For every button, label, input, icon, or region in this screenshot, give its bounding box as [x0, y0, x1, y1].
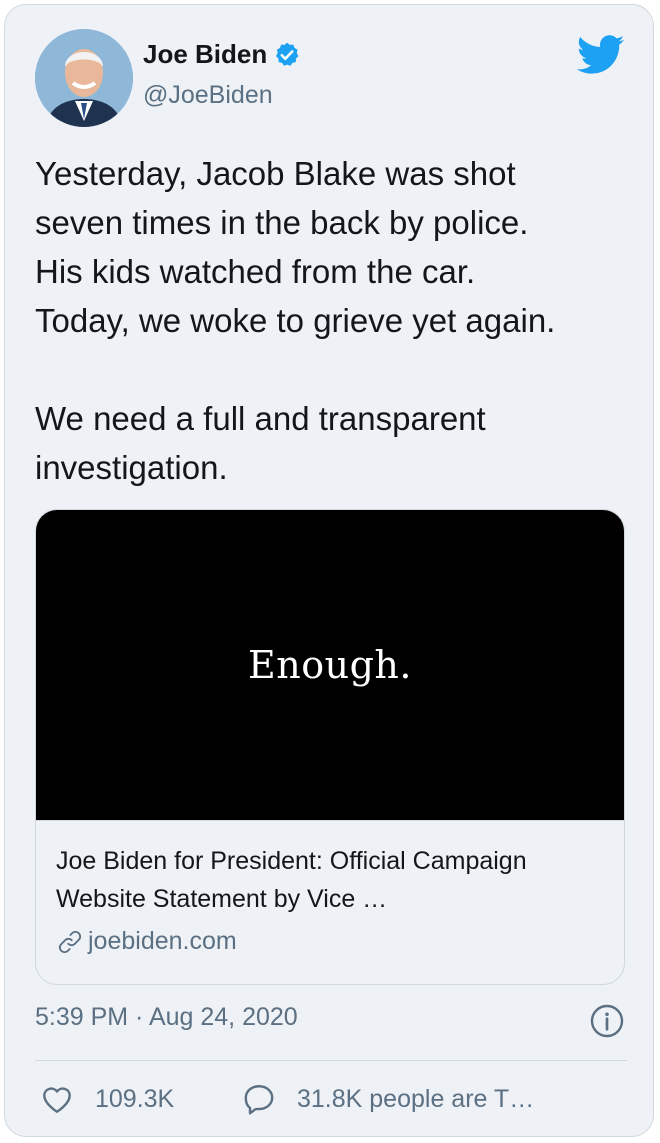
tweet-card[interactable]: Joe Biden @JoeBiden Yesterday, Jacob Bla… — [4, 4, 654, 1137]
twitter-bird-icon[interactable] — [577, 35, 625, 75]
info-icon[interactable] — [589, 1003, 625, 1039]
reply-count: 31.8K people are T… — [297, 1084, 535, 1113]
author-handle[interactable]: @JoeBiden — [143, 81, 273, 110]
link-domain-row[interactable]: joebiden.com — [56, 927, 237, 956]
tweet-text: Yesterday, Jacob Blake was shot seven ti… — [35, 155, 556, 486]
divider — [35, 1060, 627, 1061]
like-button[interactable]: 109.3K — [39, 1081, 174, 1117]
link-preview-image[interactable]: Enough. — [36, 510, 624, 820]
verified-badge-icon — [276, 42, 299, 66]
speech-bubble-icon — [244, 1085, 274, 1115]
link-image-text: Enough. — [248, 643, 412, 687]
link-domain: joebiden.com — [88, 927, 237, 955]
link-title[interactable]: Joe Biden for President: Official Campai… — [56, 842, 604, 918]
like-count: 109.3K — [95, 1084, 175, 1113]
heart-icon — [43, 1087, 71, 1113]
link-preview-card[interactable]: Enough. Joe Biden for President: Officia… — [35, 509, 625, 985]
avatar[interactable] — [35, 29, 133, 127]
link-card-divider — [36, 820, 624, 821]
author-name[interactable]: Joe Biden — [143, 39, 267, 70]
reply-button[interactable]: 31.8K people are T… — [241, 1081, 534, 1117]
link-icon — [58, 930, 82, 953]
tweet-timestamp[interactable]: 5:39 PM · Aug 24, 2020 — [35, 1003, 298, 1032]
author-name-row[interactable]: Joe Biden — [143, 39, 301, 70]
